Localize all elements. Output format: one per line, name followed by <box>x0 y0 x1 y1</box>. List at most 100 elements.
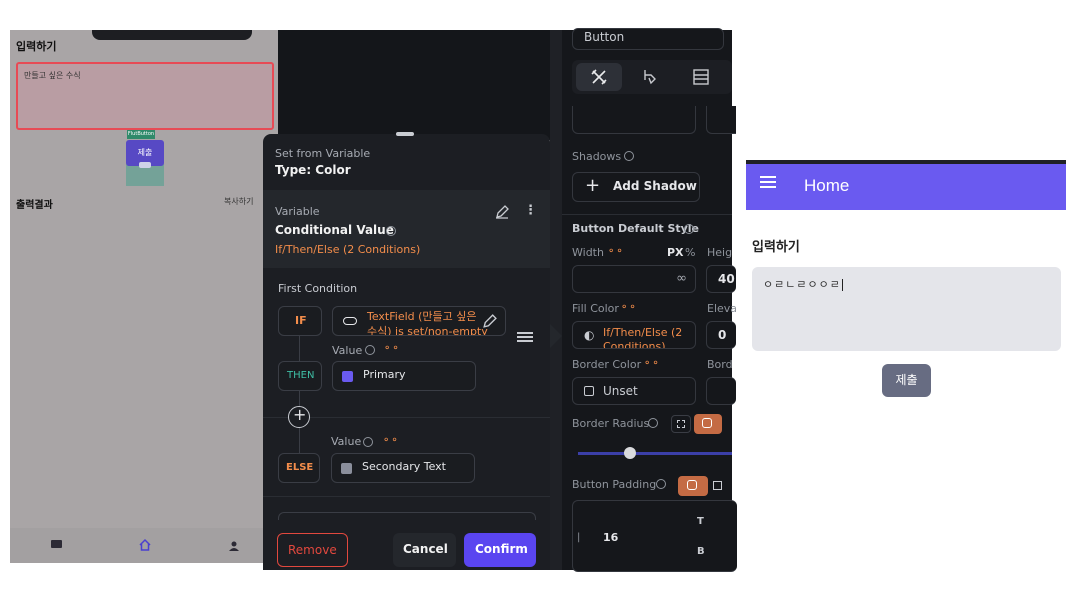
variable-icon[interactable]: ⚬⚬ <box>607 246 624 257</box>
padding-bottom-label: B <box>697 546 705 557</box>
tab-actions[interactable] <box>640 68 658 86</box>
radius-slider-thumb[interactable] <box>624 447 636 459</box>
modal-pointer <box>548 322 562 350</box>
radius-individual-toggle[interactable] <box>671 415 691 433</box>
button-padding-label: Button Padding <box>572 478 657 491</box>
phone-textfield-hint: 만들고 싶은 수식 <box>24 71 81 80</box>
info-icon[interactable] <box>386 226 396 236</box>
editor-background <box>278 30 550 140</box>
preview-submit-button[interactable]: 제출 <box>882 364 931 397</box>
info-icon[interactable] <box>365 345 375 355</box>
variable-label: Variable <box>275 205 320 218</box>
nav-profile-icon[interactable] <box>228 537 240 551</box>
else-value-field[interactable]: Secondary Text <box>331 453 475 483</box>
if-condition-text: TextField (만들고 싶은 <box>367 310 477 323</box>
add-shadow-button[interactable]: + Add Shadow <box>572 172 700 202</box>
fill-color-value-2: Conditions) <box>603 340 666 349</box>
if-condition-text-2: 수식) is set/non-empty <box>367 325 488 336</box>
then-value-field[interactable]: Primary <box>332 361 476 391</box>
width-field[interactable]: ∞ <box>572 265 696 293</box>
info-icon[interactable] <box>624 151 634 161</box>
toggle-icon <box>343 317 357 325</box>
border-width-label: Bord <box>707 358 733 371</box>
cancel-label: Cancel <box>403 542 448 556</box>
tab-backend[interactable] <box>692 68 710 86</box>
resize-handle[interactable] <box>139 162 151 168</box>
confirm-button[interactable]: Confirm <box>464 533 536 567</box>
pencil-icon <box>496 205 509 219</box>
fill-color-label: Fill Color <box>572 302 619 315</box>
elevation-field[interactable]: 0 <box>706 321 736 349</box>
add-shadow-label: Add Shadow <box>613 179 697 193</box>
then-value: Primary <box>363 368 406 381</box>
rounded-square-icon <box>702 418 712 428</box>
else-label: ELSE <box>286 462 314 473</box>
unit-px[interactable]: PX <box>667 246 684 259</box>
preview-input-label: 입력하기 <box>752 240 800 255</box>
preview-app-bar <box>746 160 1066 210</box>
rounded-square-icon <box>687 480 697 490</box>
square-icon[interactable] <box>713 481 722 490</box>
radius-all-toggle[interactable] <box>694 414 722 434</box>
phone-button-tag: FlutButton <box>127 130 155 139</box>
elevation-value: 0 <box>718 328 727 342</box>
else-value: Secondary Text <box>362 460 446 473</box>
elevation-label: Eleva <box>707 302 738 315</box>
variable-icon[interactable]: ⚬⚬ <box>620 302 637 313</box>
border-color-field[interactable]: Unset <box>572 377 696 405</box>
paint-tools-icon <box>591 69 607 85</box>
tab-style[interactable] <box>576 63 622 91</box>
padding-all-toggle[interactable] <box>678 476 708 496</box>
info-icon[interactable] <box>363 437 373 447</box>
height-value: 40 <box>718 272 735 286</box>
cancel-button[interactable]: Cancel <box>393 533 456 567</box>
plus-icon: + <box>585 175 601 196</box>
divider <box>263 496 550 497</box>
secondary-swatch <box>341 463 352 474</box>
drag-handle[interactable] <box>396 132 414 136</box>
button-name-field[interactable]: Button <box>572 28 724 50</box>
info-icon[interactable] <box>684 224 694 234</box>
remove-button[interactable]: Remove <box>277 533 348 567</box>
unit-percent[interactable]: % <box>685 246 695 259</box>
variable-icon[interactable]: ⚬⚬ <box>383 343 400 354</box>
height-field[interactable]: 40 <box>706 265 736 293</box>
else-value-label: Value <box>331 435 362 448</box>
condition-connector <box>299 336 300 454</box>
palette-icon: ◐ <box>584 328 595 342</box>
if-badge: IF <box>278 306 322 336</box>
fill-color-field[interactable]: ◐ If/Then/Else (2 Conditions) <box>572 321 696 349</box>
then-value-label: Value <box>332 344 363 357</box>
drag-reorder-icon[interactable] <box>517 332 533 342</box>
info-icon[interactable] <box>648 418 658 428</box>
if-condition-field[interactable]: TextField (만들고 싶은 수식) is set/non-empty <box>332 306 506 336</box>
more-vert-icon[interactable]: ⋮ <box>524 203 537 218</box>
padding-editor[interactable] <box>572 500 737 572</box>
hamburger-menu-icon[interactable] <box>760 176 776 190</box>
width-label: Width <box>572 246 604 259</box>
padding-left-marker: | <box>577 532 581 543</box>
modal-header-title: Type: Color <box>275 163 351 177</box>
phone-status-bar <box>92 30 252 40</box>
info-icon[interactable] <box>656 479 666 489</box>
phone-input-label: 입력하기 <box>16 40 57 53</box>
nav-dashboard-icon[interactable] <box>51 540 62 548</box>
color-swatch-empty <box>584 386 594 396</box>
variable-icon[interactable]: ⚬⚬ <box>382 435 399 446</box>
width-value: ∞ <box>676 271 687 286</box>
variable-icon[interactable]: ⚬⚬ <box>643 358 660 369</box>
first-condition-label: First Condition <box>278 282 358 295</box>
border-color-value: Unset <box>603 384 638 398</box>
nav-home-icon[interactable] <box>138 537 152 551</box>
variable-detail: If/Then/Else (2 Conditions) <box>275 243 421 256</box>
radius-slider-track[interactable] <box>578 452 732 455</box>
default-style-label: Button Default Style <box>572 222 700 235</box>
remove-label: Remove <box>288 543 337 557</box>
prev-field-bottom <box>572 106 696 134</box>
confirm-label: Confirm <box>475 542 528 556</box>
edit-variable-button[interactable] <box>494 204 510 220</box>
phone-copy-link[interactable]: 복사하기 <box>224 196 253 207</box>
shadows-label: Shadows <box>572 150 622 163</box>
border-width-field[interactable] <box>706 377 736 405</box>
add-condition-button[interactable]: + <box>288 405 310 428</box>
